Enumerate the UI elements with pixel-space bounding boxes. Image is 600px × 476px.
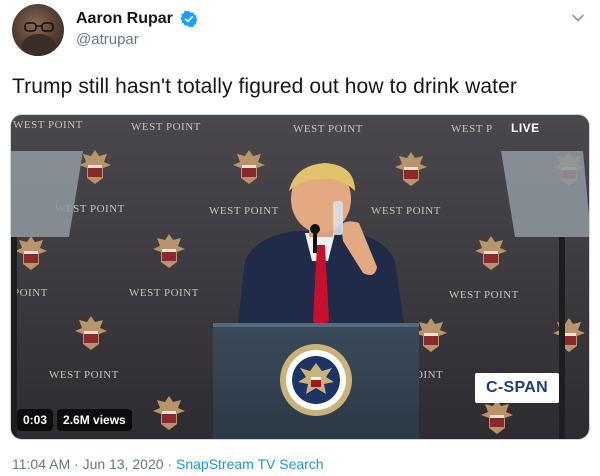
- presidential-seal-icon: [280, 344, 352, 416]
- tweet-date[interactable]: Jun 13, 2020: [83, 456, 164, 472]
- podium: [213, 323, 419, 439]
- video-controls: 0:03 2.6M views: [17, 409, 132, 431]
- video-player[interactable]: WEST POINT WEST POINT WEST POINT WEST P …: [10, 114, 590, 440]
- cspan-logo-text: C-SPAN: [486, 379, 548, 396]
- video-view-count: 2.6M views: [57, 409, 132, 431]
- teleprompter-left: [11, 151, 83, 439]
- backdrop-label: WEST POINT: [13, 119, 83, 131]
- tweet-time[interactable]: 11:04 AM: [12, 456, 70, 472]
- tweet-metadata: 11:04 AM · Jun 13, 2020 · SnapStream TV …: [12, 456, 324, 472]
- backdrop-label: WEST POINT: [293, 123, 363, 135]
- glasses-icon: [24, 22, 54, 32]
- tweet-header: Aaron Rupar @atrupar: [12, 4, 588, 64]
- avatar-beard: [22, 34, 56, 56]
- video-timestamp: 0:03: [17, 409, 54, 431]
- backdrop-label: WEST P: [451, 123, 493, 135]
- avatar[interactable]: [12, 4, 64, 56]
- author-display-name[interactable]: Aaron Rupar: [76, 10, 173, 28]
- meta-separator: ·: [167, 456, 173, 472]
- crest-icon: [153, 396, 185, 430]
- author-info: Aaron Rupar @atrupar: [76, 10, 198, 48]
- chevron-down-icon[interactable]: [570, 10, 586, 26]
- author-handle[interactable]: @atrupar: [76, 31, 198, 48]
- crest-icon: [153, 234, 185, 268]
- verified-badge-icon: [180, 10, 198, 28]
- tweet-text: Trump still hasn't totally figured out h…: [12, 75, 517, 98]
- backdrop-label: WEST POINT: [131, 121, 201, 133]
- tweet-source-link[interactable]: SnapStream TV Search: [176, 456, 324, 472]
- meta-separator: ·: [74, 456, 79, 472]
- speaker-figure: [237, 163, 405, 331]
- live-label: LIVE: [511, 121, 540, 135]
- cspan-logo: C-SPAN: [475, 373, 559, 403]
- backdrop-label: OINT: [415, 369, 444, 381]
- backdrop-label: WEST POINT: [129, 287, 199, 299]
